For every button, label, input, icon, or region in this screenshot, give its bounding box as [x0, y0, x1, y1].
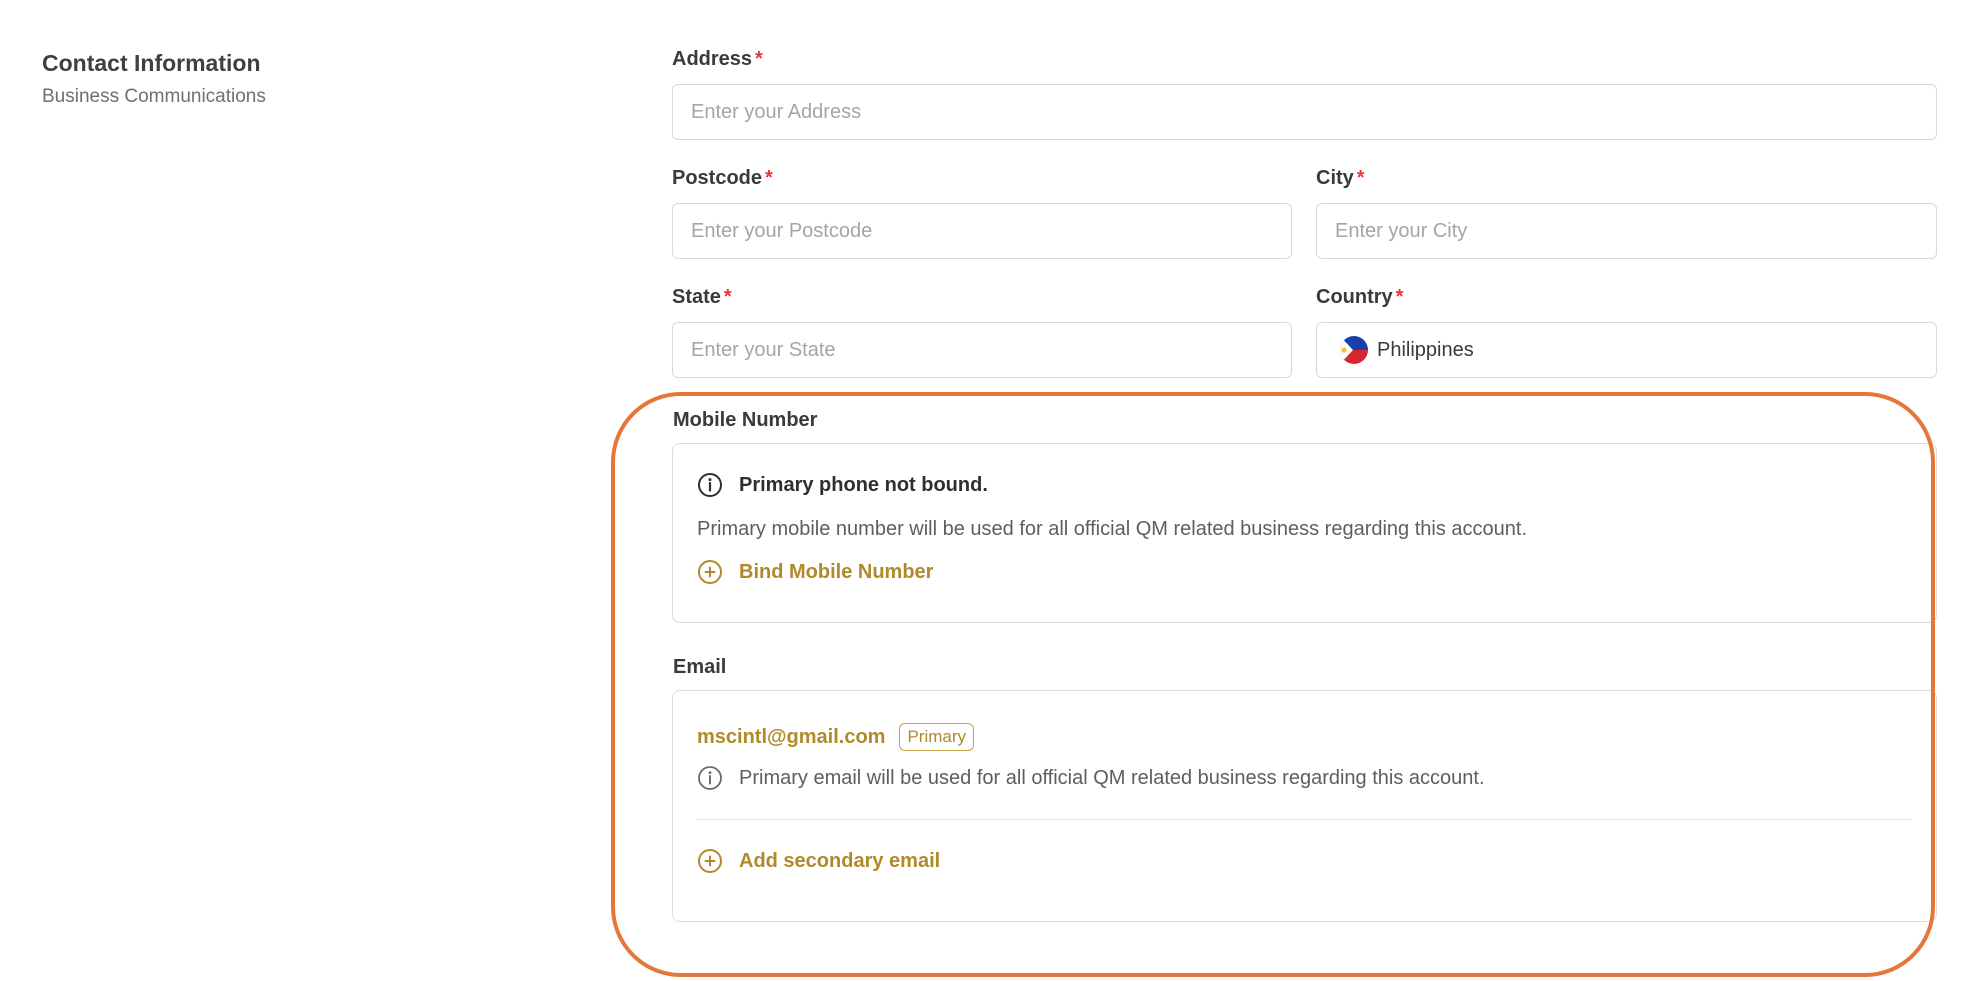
add-secondary-email-label[interactable]: Add secondary email — [739, 850, 940, 873]
email-divider — [697, 819, 1912, 820]
city-input[interactable] — [1335, 219, 1918, 243]
state-input-box[interactable] — [672, 322, 1292, 378]
postcode-input-box[interactable] — [672, 203, 1292, 259]
section-title: Contact Information — [42, 50, 261, 76]
section-subtitle: Business Communications — [42, 86, 266, 107]
city-label: City * — [1316, 167, 1365, 189]
address-input-box[interactable] — [672, 84, 1937, 140]
postcode-label: Postcode * — [672, 167, 773, 189]
info-circle-icon — [698, 473, 722, 497]
mobile-notice-text: Primary mobile number will be used for a… — [697, 518, 1528, 540]
mobile-number-label: Mobile Number — [673, 409, 818, 431]
email-card: mscintl@gmail.com Primary Primary email … — [672, 690, 1937, 922]
primary-badge: Primary — [899, 723, 974, 751]
required-marker: * — [723, 286, 732, 308]
email-label: Email — [673, 656, 727, 678]
country-field: Country * Philippines — [1316, 284, 1937, 378]
postcode-input[interactable] — [691, 219, 1273, 243]
required-marker: * — [1356, 167, 1365, 189]
state-label: State * — [672, 286, 732, 308]
mobile-notice-row: Primary phone not bound. — [697, 472, 1912, 498]
required-marker: * — [755, 48, 763, 70]
mobile-notice-title: Primary phone not bound. — [739, 473, 988, 496]
primary-email-address: mscintl@gmail.com — [697, 725, 886, 748]
state-input[interactable] — [691, 338, 1273, 362]
email-info-text: Primary email will be used for all offic… — [739, 766, 1485, 789]
postcode-field: Postcode * — [672, 165, 1292, 259]
bind-mobile-button[interactable]: Bind Mobile Number — [697, 559, 1912, 585]
address-input[interactable] — [691, 100, 1918, 124]
plus-circle-icon — [698, 849, 722, 873]
info-circle-icon — [698, 766, 722, 790]
contact-information-page: Contact Information Business Communicati… — [0, 0, 1965, 981]
email-info-row: Primary email will be used for all offic… — [697, 765, 1912, 791]
city-input-box[interactable] — [1316, 203, 1937, 259]
required-marker: * — [765, 167, 773, 189]
required-marker: * — [1395, 286, 1404, 308]
address-label: Address * — [672, 48, 763, 70]
state-field: State * — [672, 284, 1292, 378]
primary-email-row: mscintl@gmail.com Primary — [697, 723, 1912, 751]
bind-mobile-label[interactable]: Bind Mobile Number — [739, 561, 933, 584]
philippines-flag-icon — [1340, 336, 1368, 364]
plus-circle-icon — [698, 560, 722, 584]
section-header: Contact Information Business Communicati… — [42, 50, 266, 108]
country-select[interactable]: Philippines — [1316, 322, 1937, 378]
mobile-number-card: Primary phone not bound. Primary mobile … — [672, 443, 1937, 623]
country-selected-value: Philippines — [1377, 338, 1474, 361]
country-label: Country * — [1316, 286, 1404, 308]
add-secondary-email-button[interactable]: Add secondary email — [697, 848, 1912, 874]
city-field: City * — [1316, 165, 1937, 259]
address-field: Address * — [672, 46, 1937, 140]
